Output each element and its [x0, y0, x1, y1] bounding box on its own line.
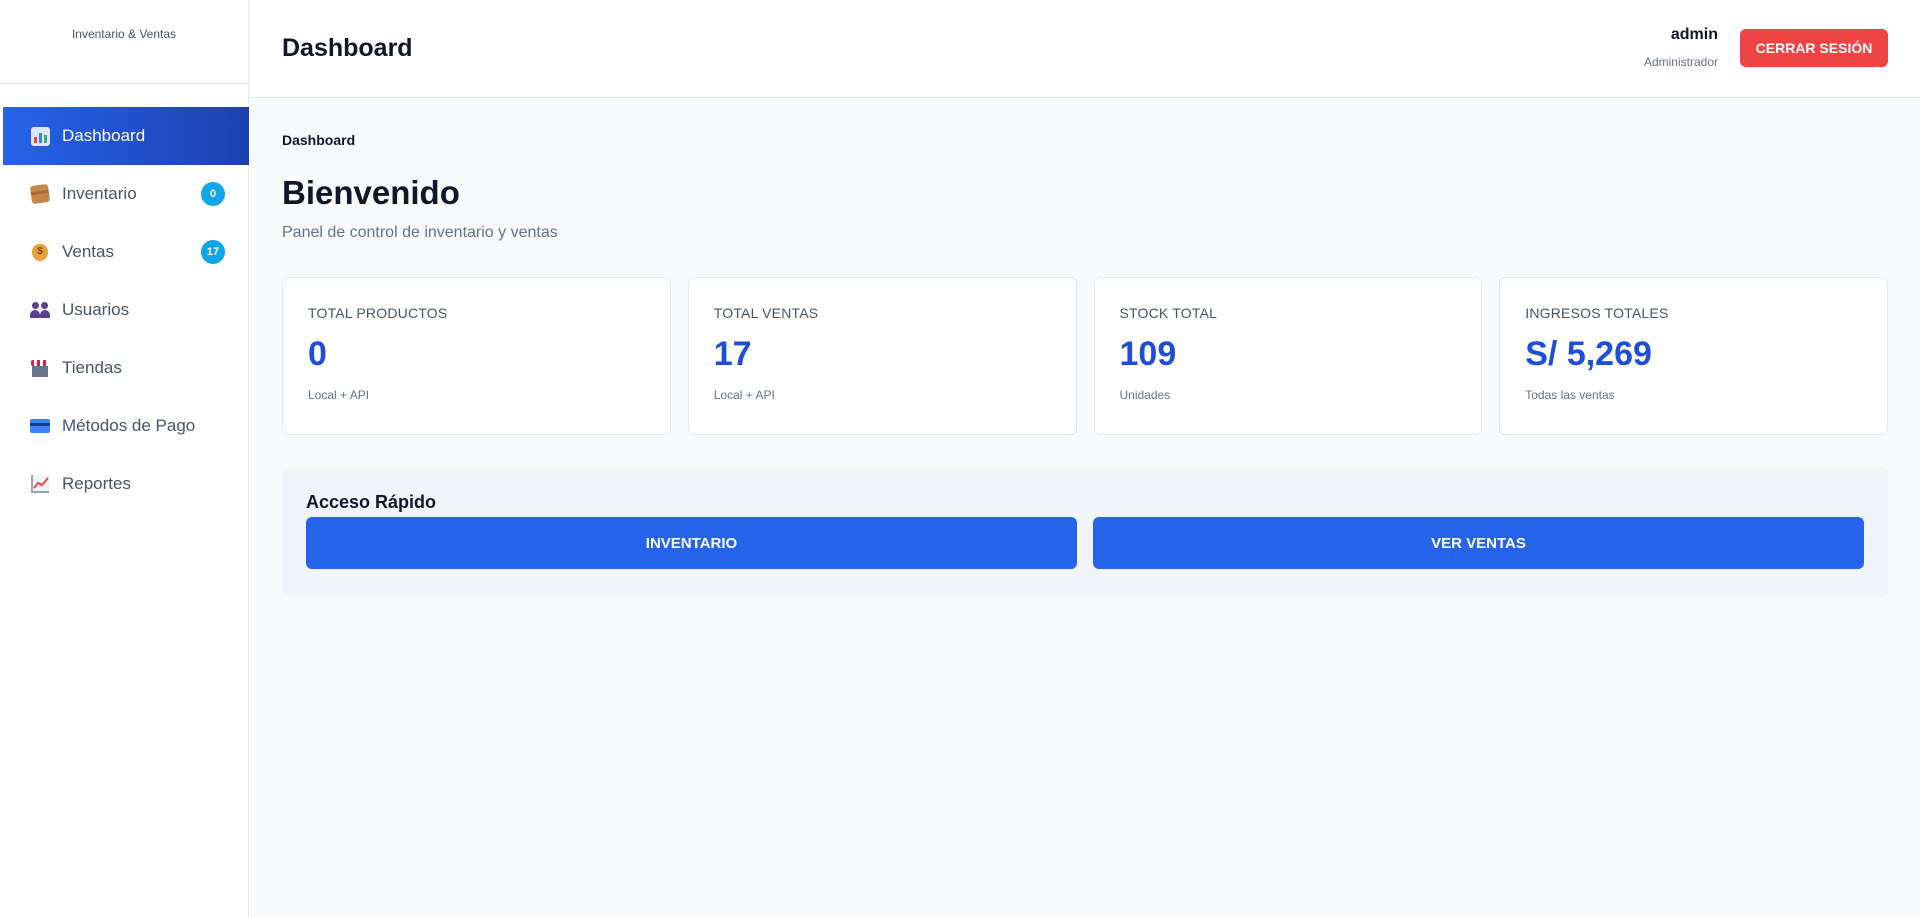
sidebar-item-label: Tiendas [62, 358, 122, 377]
sidebar-item-inventario[interactable]: Inventario 0 [3, 165, 249, 223]
store-icon [30, 358, 50, 378]
user-name: admin [1670, 26, 1718, 43]
sidebar-item-ventas[interactable]: Ventas 17 [3, 223, 249, 281]
sidebar-item-label: Dashboard [62, 126, 146, 145]
stat-subtext: Local + API [713, 388, 775, 402]
stat-label: STOCK TOTAL [1119, 305, 1218, 321]
bar-chart-icon [30, 126, 50, 146]
sidebar-item-label: Métodos de Pago [62, 416, 196, 435]
brand-name: Inventario & Ventas [71, 26, 177, 41]
trend-chart-icon [30, 474, 50, 494]
welcome-heading: Bienvenido [282, 174, 460, 211]
welcome-subtitle: Panel de control de inventario y ventas [282, 224, 558, 241]
main-content: Dashboard Bienvenido Panel de control de… [282, 98, 1888, 597]
sidebar-item-tiendas[interactable]: Tiendas [3, 339, 249, 397]
ventas-count-badge: 17 [201, 240, 225, 264]
sidebar-item-label: Ventas [62, 242, 114, 261]
sidebar-item-label: Inventario [62, 184, 137, 203]
stat-value: S/ 5,269 [1525, 335, 1652, 373]
sidebar-item-usuarios[interactable]: Usuarios [3, 281, 249, 339]
inventario-button[interactable]: INVENTARIO [306, 517, 1077, 569]
stat-subtext: Unidades [1119, 388, 1171, 402]
logout-button[interactable]: CERRAR SESIÓN [1740, 29, 1888, 67]
stat-value: 17 [713, 335, 752, 373]
breadcrumb: Dashboard [282, 132, 356, 148]
sidebar-item-dashboard[interactable]: Dashboard [3, 107, 249, 165]
ver-ventas-button[interactable]: VER VENTAS [1093, 517, 1864, 569]
stat-card-ingresos-totales: INGRESOS TOTALES S/ 5,269 Todas las vent… [1499, 277, 1888, 435]
package-icon [29, 183, 51, 205]
sidebar-nav: Dashboard Inventario 0 Ventas 17 Usuario… [0, 107, 249, 513]
sidebar-item-metodos-de-pago[interactable]: Métodos de Pago [3, 397, 249, 455]
stat-value: 0 [308, 335, 327, 373]
credit-card-icon [30, 416, 50, 436]
stat-subtext: Local + API [308, 388, 370, 402]
quick-access-buttons: INVENTARIO VER VENTAS [306, 517, 1864, 569]
sidebar-item-label: Usuarios [62, 300, 130, 319]
stat-card-total-ventas: TOTAL VENTAS 17 Local + API [687, 277, 1077, 435]
user-info: admin Administrador [1644, 26, 1718, 69]
users-icon [30, 300, 50, 320]
inventario-count-badge: 0 [201, 182, 225, 206]
stat-card-stock-total: STOCK TOTAL 109 Unidades [1093, 277, 1483, 435]
stats-row: TOTAL PRODUCTOS 0 Local + API TOTAL VENT… [282, 277, 1888, 435]
stat-label: TOTAL VENTAS [713, 305, 819, 321]
brand: Inventario & Ventas [0, 0, 248, 84]
money-bag-icon [30, 242, 50, 262]
stat-label: INGRESOS TOTALES [1525, 305, 1669, 321]
stat-card-total-productos: TOTAL PRODUCTOS 0 Local + API [282, 277, 671, 435]
stat-value: 109 [1119, 335, 1177, 373]
quick-access-panel: Acceso Rápido INVENTARIO VER VENTAS [282, 467, 1888, 597]
quick-access-title: Acceso Rápido [306, 492, 437, 512]
sidebar-item-reportes[interactable]: Reportes [3, 455, 249, 513]
sidebar-item-label: Reportes [62, 474, 131, 493]
user-role: Administrador [1643, 55, 1718, 69]
stat-subtext: Todas las ventas [1525, 388, 1615, 402]
page-title: Dashboard [282, 34, 413, 62]
stat-label: TOTAL PRODUCTOS [308, 305, 448, 321]
top-bar: Dashboard admin Administrador CERRAR SES… [250, 0, 1920, 98]
sidebar: Inventario & Ventas Dashboard Inventario… [0, 0, 249, 917]
